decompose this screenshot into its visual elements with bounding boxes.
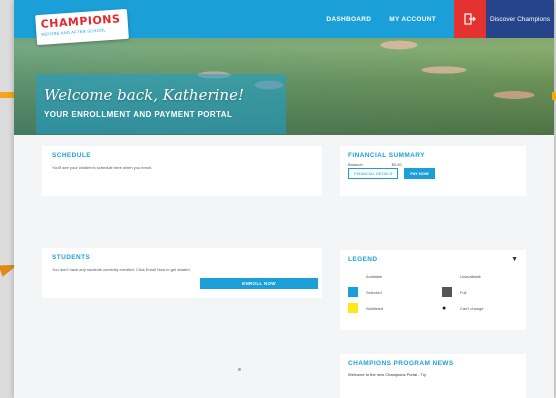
legend-swatch-selected xyxy=(348,287,358,297)
news-text: Welcome to the new Champions Portal - Tr… xyxy=(348,372,427,377)
schedule-card: SCHEDULE You'll see your children's sche… xyxy=(42,146,322,196)
schedule-text: You'll see your children's schedule here… xyxy=(52,165,153,170)
legend-swatch-full xyxy=(442,287,452,297)
legend-label-full: Full xyxy=(460,289,467,295)
welcome-message: Welcome back, Katherine! xyxy=(44,86,244,104)
legend-swatch-available xyxy=(348,271,358,281)
portal-page: DASHBOARD MY ACCOUNT Discover Champions … xyxy=(14,0,554,398)
chevron-down-icon[interactable]: ▼ xyxy=(511,256,518,263)
legend-label-waitlisted: Waitlisted xyxy=(366,305,384,311)
logout-icon xyxy=(464,13,476,25)
balance-value: $0.00 xyxy=(391,162,402,167)
legend-title: LEGEND xyxy=(348,256,378,263)
program-news-card: CHAMPIONS PROGRAM NEWS Welcome to the ne… xyxy=(340,354,526,398)
students-card: STUDENTS You don't have any students cur… xyxy=(42,248,322,298)
enroll-now-button[interactable]: ENROLL NOW xyxy=(200,278,318,289)
discover-champions-link[interactable]: Discover Champions xyxy=(486,0,554,38)
loading-dot xyxy=(238,368,241,371)
logout-button[interactable] xyxy=(454,0,486,38)
financial-details-button[interactable]: FINANCIAL DETAILS xyxy=(348,168,399,179)
financial-title: FINANCIAL SUMMARY xyxy=(348,152,425,159)
nav-dashboard[interactable]: DASHBOARD xyxy=(326,16,371,23)
legend-card: LEGEND ▼ Available Unavailable Selected … xyxy=(340,250,526,330)
news-title: CHAMPIONS PROGRAM NEWS xyxy=(348,360,454,367)
legend-label-selected: Selected xyxy=(366,289,382,295)
lock-icon: ● xyxy=(442,304,447,312)
legend-label-unavailable: Unavailable xyxy=(460,273,481,279)
legend-label-available: Available xyxy=(366,273,383,279)
legend-swatch-unavailable xyxy=(442,271,452,281)
portal-title: YOUR ENROLLMENT AND PAYMENT PORTAL xyxy=(44,110,233,119)
students-title: STUDENTS xyxy=(52,254,91,261)
financial-summary-card: FINANCIAL SUMMARY Balance: $0.00 FINANCI… xyxy=(340,146,526,196)
hero-text-overlay xyxy=(36,74,286,134)
champions-logo[interactable]: CHAMPIONS BEFORE AND AFTER SCHOOL xyxy=(35,8,129,46)
balance-label: Balance: xyxy=(348,162,364,167)
pay-now-button[interactable]: PAY NOW xyxy=(404,168,435,179)
nav-my-account[interactable]: MY ACCOUNT xyxy=(389,16,436,23)
legend-swatch-waitlisted xyxy=(348,303,358,313)
legend-label-cant-change: Can't change xyxy=(460,305,484,311)
schedule-title: SCHEDULE xyxy=(52,152,91,159)
students-text: You don't have any students currently en… xyxy=(52,267,191,272)
pointer-mark-right xyxy=(552,92,556,100)
